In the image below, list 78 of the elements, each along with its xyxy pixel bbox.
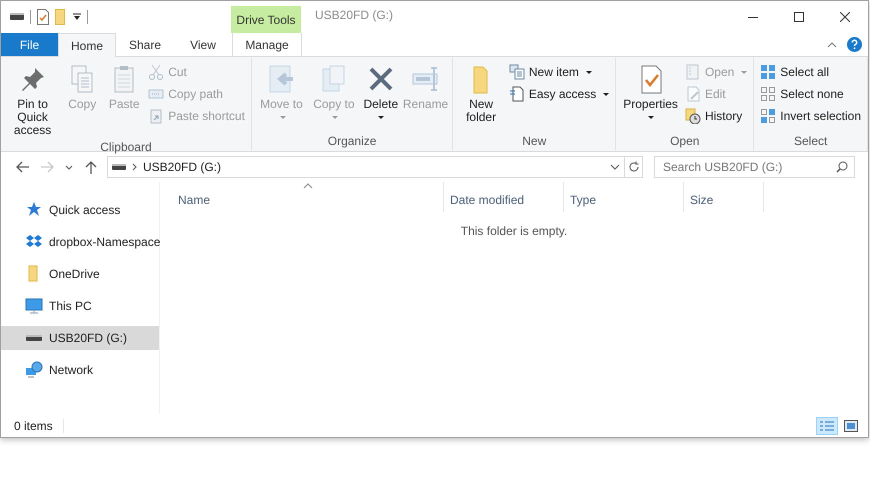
group-label: Organize [326, 133, 378, 149]
easy-access-icon [508, 86, 525, 102]
ribbon-button[interactable]: Properties [620, 61, 681, 133]
star-icon [25, 201, 43, 219]
ribbon-button[interactable]: Invert selection [758, 108, 864, 124]
edit-icon [684, 86, 701, 102]
caret-icon [648, 116, 654, 119]
caret-icon [586, 70, 592, 74]
chevron-down-icon [65, 164, 73, 170]
column-header[interactable]: Type [564, 182, 684, 212]
ribbon-button[interactable]: History [682, 108, 750, 124]
minimize-icon [748, 16, 758, 18]
ribbon-tab[interactable]: Share [116, 33, 174, 56]
column-header[interactable]: Size [684, 182, 764, 212]
caret-icon [378, 116, 384, 119]
history-icon [684, 108, 701, 124]
item-count: 0 items [14, 418, 53, 432]
group-label: Select [792, 133, 828, 149]
caret-icon [741, 70, 748, 74]
ribbon-button[interactable]: Select all [758, 64, 864, 80]
ribbon-button[interactable]: Easy access [506, 86, 612, 102]
dropdown-icon[interactable] [610, 164, 620, 170]
address-text: USB20FD (G:) [143, 160, 222, 174]
invert-selection-icon [760, 108, 776, 124]
caret-icon [332, 116, 338, 120]
ribbon-button[interactable]: Select none [758, 86, 864, 102]
group-label: Clipboard [99, 139, 153, 155]
monitor-icon [25, 297, 43, 315]
paste-shortcut-icon [148, 108, 164, 124]
refresh-button[interactable] [625, 156, 643, 178]
contextual-tab-label: Drive Tools [231, 6, 301, 33]
group-label: New [521, 133, 548, 149]
refresh-icon [628, 161, 640, 173]
new-item-icon [508, 64, 525, 80]
address-bar[interactable]: USB20FD (G:) [107, 156, 625, 178]
sidebar-item[interactable]: USB20FD (G:) [1, 326, 159, 350]
up-arrow-icon [85, 160, 97, 174]
search-icon [836, 161, 848, 173]
open-icon [684, 64, 701, 80]
thumbnail-icon [844, 420, 858, 432]
sidebar-item[interactable]: This PC [1, 294, 159, 318]
help-icon[interactable] [847, 37, 862, 52]
sidebar-item[interactable]: Quick access [1, 198, 159, 222]
maximize-icon [794, 12, 804, 22]
scissors-icon [148, 64, 164, 80]
group-label: Open [669, 133, 700, 149]
caret-icon [280, 116, 286, 120]
ribbon-button[interactable]: Pin to Quick access [5, 61, 60, 139]
sidebar-item[interactable]: OneDrive [1, 262, 159, 286]
select-all-icon [760, 64, 776, 80]
ribbon-button[interactable]: New item [506, 64, 612, 80]
sidebar-item[interactable]: dropbox-Namespace [1, 230, 159, 254]
column-header[interactable]: Date modified [444, 182, 564, 212]
ribbon-button[interactable]: Delete [360, 61, 401, 133]
details-view-button[interactable] [816, 416, 838, 434]
ribbon-tab[interactable]: Home [58, 33, 116, 57]
window-title: USB20FD (G:) [314, 7, 394, 24]
chevron-icon[interactable] [132, 163, 137, 171]
properties-icon[interactable] [37, 9, 49, 25]
ribbon-button[interactable]: New folder [457, 61, 505, 133]
ribbon-tab[interactable]: File [1, 33, 58, 56]
select-none-icon [760, 86, 776, 102]
customize-caret-icon[interactable] [73, 13, 81, 21]
empty-folder-message: This folder is empty. [460, 224, 568, 238]
drive-icon[interactable] [10, 13, 24, 21]
drive-icon [112, 163, 126, 171]
close-icon [840, 12, 850, 22]
ribbon-tab[interactable]: View [174, 33, 232, 56]
sidebar-item[interactable]: Network [1, 358, 159, 382]
collapse-ribbon-icon[interactable] [827, 42, 837, 48]
network-icon [25, 361, 43, 379]
forward-arrow-icon [40, 161, 54, 173]
caret-icon [603, 92, 610, 96]
search-field[interactable]: Search USB20FD (G:) [654, 156, 855, 178]
ribbon-tab[interactable]: Manage [232, 33, 302, 56]
back-arrow-icon [16, 161, 30, 173]
column-header[interactable]: Name [172, 182, 444, 212]
details-list-icon [819, 420, 835, 432]
